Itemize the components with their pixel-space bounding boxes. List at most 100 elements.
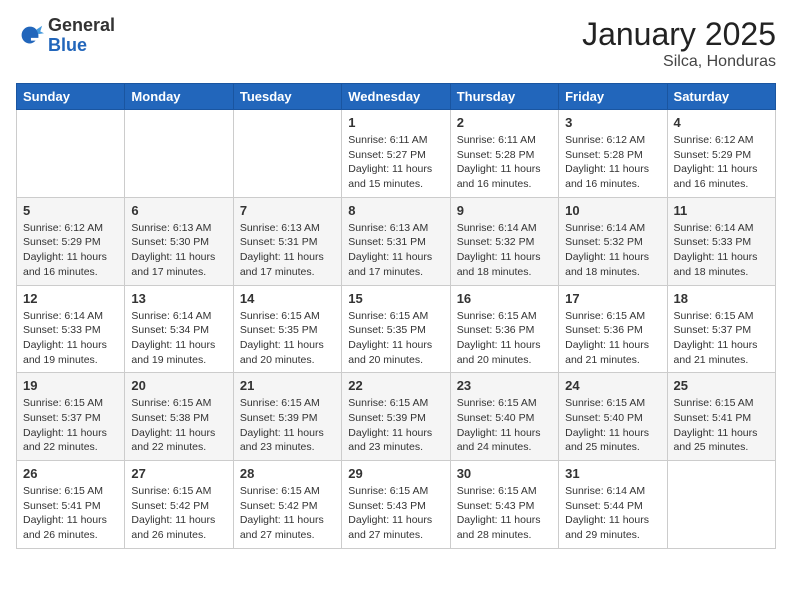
- calendar-cell: 23Sunrise: 6:15 AMSunset: 5:40 PMDayligh…: [450, 373, 558, 461]
- logo-icon: [16, 22, 44, 50]
- day-info: Sunrise: 6:14 AMSunset: 5:32 PMDaylight:…: [565, 221, 660, 280]
- day-number: 8: [348, 203, 443, 218]
- weekday-header-friday: Friday: [559, 84, 667, 110]
- day-number: 22: [348, 378, 443, 393]
- calendar-cell: [125, 110, 233, 198]
- day-number: 18: [674, 291, 769, 306]
- day-info: Sunrise: 6:15 AMSunset: 5:42 PMDaylight:…: [240, 484, 335, 543]
- calendar-cell: 4 Sunrise: 6:12 AMSunset: 5:29 PMDaylight…: [667, 110, 775, 198]
- calendar-cell: 22 Sunrise: 6:15 AMSunset: 5:39 PMDayligh…: [342, 373, 450, 461]
- day-info: Sunrise: 6:14 AMSunset: 5:32 PMDaylight:…: [457, 221, 552, 280]
- weekday-header-sunday: Sunday: [17, 84, 125, 110]
- month-title: January 2025: [582, 16, 776, 53]
- calendar-cell: 30Sunrise: 6:15 AMSunset: 5:43 PMDayligh…: [450, 461, 558, 549]
- weekday-header-thursday: Thursday: [450, 84, 558, 110]
- day-number: 25: [674, 378, 769, 393]
- day-number: 2: [457, 115, 552, 130]
- calendar-cell: 19 Sunrise: 6:15 AMSunset: 5:37 PMDayligh…: [17, 373, 125, 461]
- calendar-cell: 18 Sunrise: 6:15 AMSunset: 5:37 PMDayligh…: [667, 285, 775, 373]
- day-info: Sunrise: 6:15 AMSunset: 5:35 PMDaylight:…: [240, 309, 335, 368]
- calendar-cell: 8 Sunrise: 6:13 AMSunset: 5:31 PMDaylight…: [342, 197, 450, 285]
- day-info: Sunrise: 6:15 AMSunset: 5:37 PMDaylight:…: [23, 396, 118, 455]
- day-number: 19: [23, 378, 118, 393]
- day-number: 6: [131, 203, 226, 218]
- calendar-week-row: 12Sunrise: 6:14 AMSunset: 5:33 PMDayligh…: [17, 285, 776, 373]
- calendar-cell: 3 Sunrise: 6:12 AMSunset: 5:28 PMDaylight…: [559, 110, 667, 198]
- calendar-week-row: 26Sunrise: 6:15 AMSunset: 5:41 PMDayligh…: [17, 461, 776, 549]
- day-number: 17: [565, 291, 660, 306]
- day-info: Sunrise: 6:15 AMSunset: 5:40 PMDaylight:…: [565, 396, 660, 455]
- weekday-header-tuesday: Tuesday: [233, 84, 341, 110]
- day-info: Sunrise: 6:14 AMSunset: 5:34 PMDaylight:…: [131, 309, 226, 368]
- day-info: Sunrise: 6:15 AMSunset: 5:35 PMDaylight:…: [348, 309, 443, 368]
- day-number: 27: [131, 466, 226, 481]
- day-number: 21: [240, 378, 335, 393]
- calendar-cell: 14 Sunrise: 6:15 AMSunset: 5:35 PMDayligh…: [233, 285, 341, 373]
- day-number: 28: [240, 466, 335, 481]
- day-info: Sunrise: 6:15 AMSunset: 5:41 PMDaylight:…: [23, 484, 118, 543]
- day-info: Sunrise: 6:12 AMSunset: 5:29 PMDaylight:…: [674, 133, 769, 192]
- weekday-header-monday: Monday: [125, 84, 233, 110]
- calendar-cell: 1 Sunrise: 6:11 AMSunset: 5:27 PMDaylight…: [342, 110, 450, 198]
- day-number: 31: [565, 466, 660, 481]
- day-number: 4: [674, 115, 769, 130]
- day-info: Sunrise: 6:14 AMSunset: 5:44 PMDaylight:…: [565, 484, 660, 543]
- weekday-header-wednesday: Wednesday: [342, 84, 450, 110]
- day-number: 5: [23, 203, 118, 218]
- day-info: Sunrise: 6:11 AMSunset: 5:27 PMDaylight:…: [348, 133, 443, 192]
- day-info: Sunrise: 6:14 AMSunset: 5:33 PMDaylight:…: [674, 221, 769, 280]
- day-info: Sunrise: 6:15 AMSunset: 5:43 PMDaylight:…: [457, 484, 552, 543]
- day-number: 11: [674, 203, 769, 218]
- day-info: Sunrise: 6:15 AMSunset: 5:37 PMDaylight:…: [674, 309, 769, 368]
- day-info: Sunrise: 6:13 AMSunset: 5:31 PMDaylight:…: [240, 221, 335, 280]
- calendar-cell: 2Sunrise: 6:11 AMSunset: 5:28 PMDaylight…: [450, 110, 558, 198]
- logo: General Blue: [16, 16, 115, 56]
- calendar-cell: 10 Sunrise: 6:14 AMSunset: 5:32 PMDayligh…: [559, 197, 667, 285]
- day-number: 13: [131, 291, 226, 306]
- calendar-cell: 31 Sunrise: 6:14 AMSunset: 5:44 PMDayligh…: [559, 461, 667, 549]
- title-block: January 2025 Silca, Honduras: [582, 16, 776, 71]
- day-number: 12: [23, 291, 118, 306]
- calendar-cell: 7Sunrise: 6:13 AMSunset: 5:31 PMDaylight…: [233, 197, 341, 285]
- calendar-table: SundayMondayTuesdayWednesdayThursdayFrid…: [16, 83, 776, 549]
- calendar-cell: 28 Sunrise: 6:15 AMSunset: 5:42 PMDayligh…: [233, 461, 341, 549]
- calendar-cell: 12Sunrise: 6:14 AMSunset: 5:33 PMDayligh…: [17, 285, 125, 373]
- weekday-header-row: SundayMondayTuesdayWednesdayThursdayFrid…: [17, 84, 776, 110]
- calendar-cell: 5 Sunrise: 6:12 AMSunset: 5:29 PMDaylight…: [17, 197, 125, 285]
- day-info: Sunrise: 6:15 AMSunset: 5:39 PMDaylight:…: [240, 396, 335, 455]
- calendar-cell: 27 Sunrise: 6:15 AMSunset: 5:42 PMDayligh…: [125, 461, 233, 549]
- day-number: 16: [457, 291, 552, 306]
- day-number: 14: [240, 291, 335, 306]
- calendar-cell: 9Sunrise: 6:14 AMSunset: 5:32 PMDaylight…: [450, 197, 558, 285]
- location-title: Silca, Honduras: [582, 53, 776, 71]
- day-number: 15: [348, 291, 443, 306]
- day-number: 3: [565, 115, 660, 130]
- calendar-cell: 20Sunrise: 6:15 AMSunset: 5:38 PMDayligh…: [125, 373, 233, 461]
- day-info: Sunrise: 6:12 AMSunset: 5:28 PMDaylight:…: [565, 133, 660, 192]
- calendar-week-row: 1 Sunrise: 6:11 AMSunset: 5:27 PMDaylight…: [17, 110, 776, 198]
- calendar-cell: 16Sunrise: 6:15 AMSunset: 5:36 PMDayligh…: [450, 285, 558, 373]
- calendar-cell: 13 Sunrise: 6:14 AMSunset: 5:34 PMDayligh…: [125, 285, 233, 373]
- day-info: Sunrise: 6:13 AMSunset: 5:31 PMDaylight:…: [348, 221, 443, 280]
- calendar-cell: [17, 110, 125, 198]
- day-info: Sunrise: 6:15 AMSunset: 5:42 PMDaylight:…: [131, 484, 226, 543]
- day-number: 10: [565, 203, 660, 218]
- day-info: Sunrise: 6:15 AMSunset: 5:43 PMDaylight:…: [348, 484, 443, 543]
- day-info: Sunrise: 6:15 AMSunset: 5:36 PMDaylight:…: [565, 309, 660, 368]
- calendar-cell: 6 Sunrise: 6:13 AMSunset: 5:30 PMDaylight…: [125, 197, 233, 285]
- day-number: 24: [565, 378, 660, 393]
- day-info: Sunrise: 6:13 AMSunset: 5:30 PMDaylight:…: [131, 221, 226, 280]
- day-info: Sunrise: 6:15 AMSunset: 5:39 PMDaylight:…: [348, 396, 443, 455]
- calendar-cell: [667, 461, 775, 549]
- calendar-cell: 29Sunrise: 6:15 AMSunset: 5:43 PMDayligh…: [342, 461, 450, 549]
- calendar-cell: [233, 110, 341, 198]
- day-info: Sunrise: 6:12 AMSunset: 5:29 PMDaylight:…: [23, 221, 118, 280]
- day-number: 23: [457, 378, 552, 393]
- logo-general-text: General: [48, 16, 115, 36]
- logo-blue-text: Blue: [48, 36, 115, 56]
- weekday-header-saturday: Saturday: [667, 84, 775, 110]
- calendar-cell: 15 Sunrise: 6:15 AMSunset: 5:35 PMDayligh…: [342, 285, 450, 373]
- day-number: 1: [348, 115, 443, 130]
- page-header: General Blue January 2025 Silca, Hondura…: [16, 16, 776, 71]
- calendar-cell: 26Sunrise: 6:15 AMSunset: 5:41 PMDayligh…: [17, 461, 125, 549]
